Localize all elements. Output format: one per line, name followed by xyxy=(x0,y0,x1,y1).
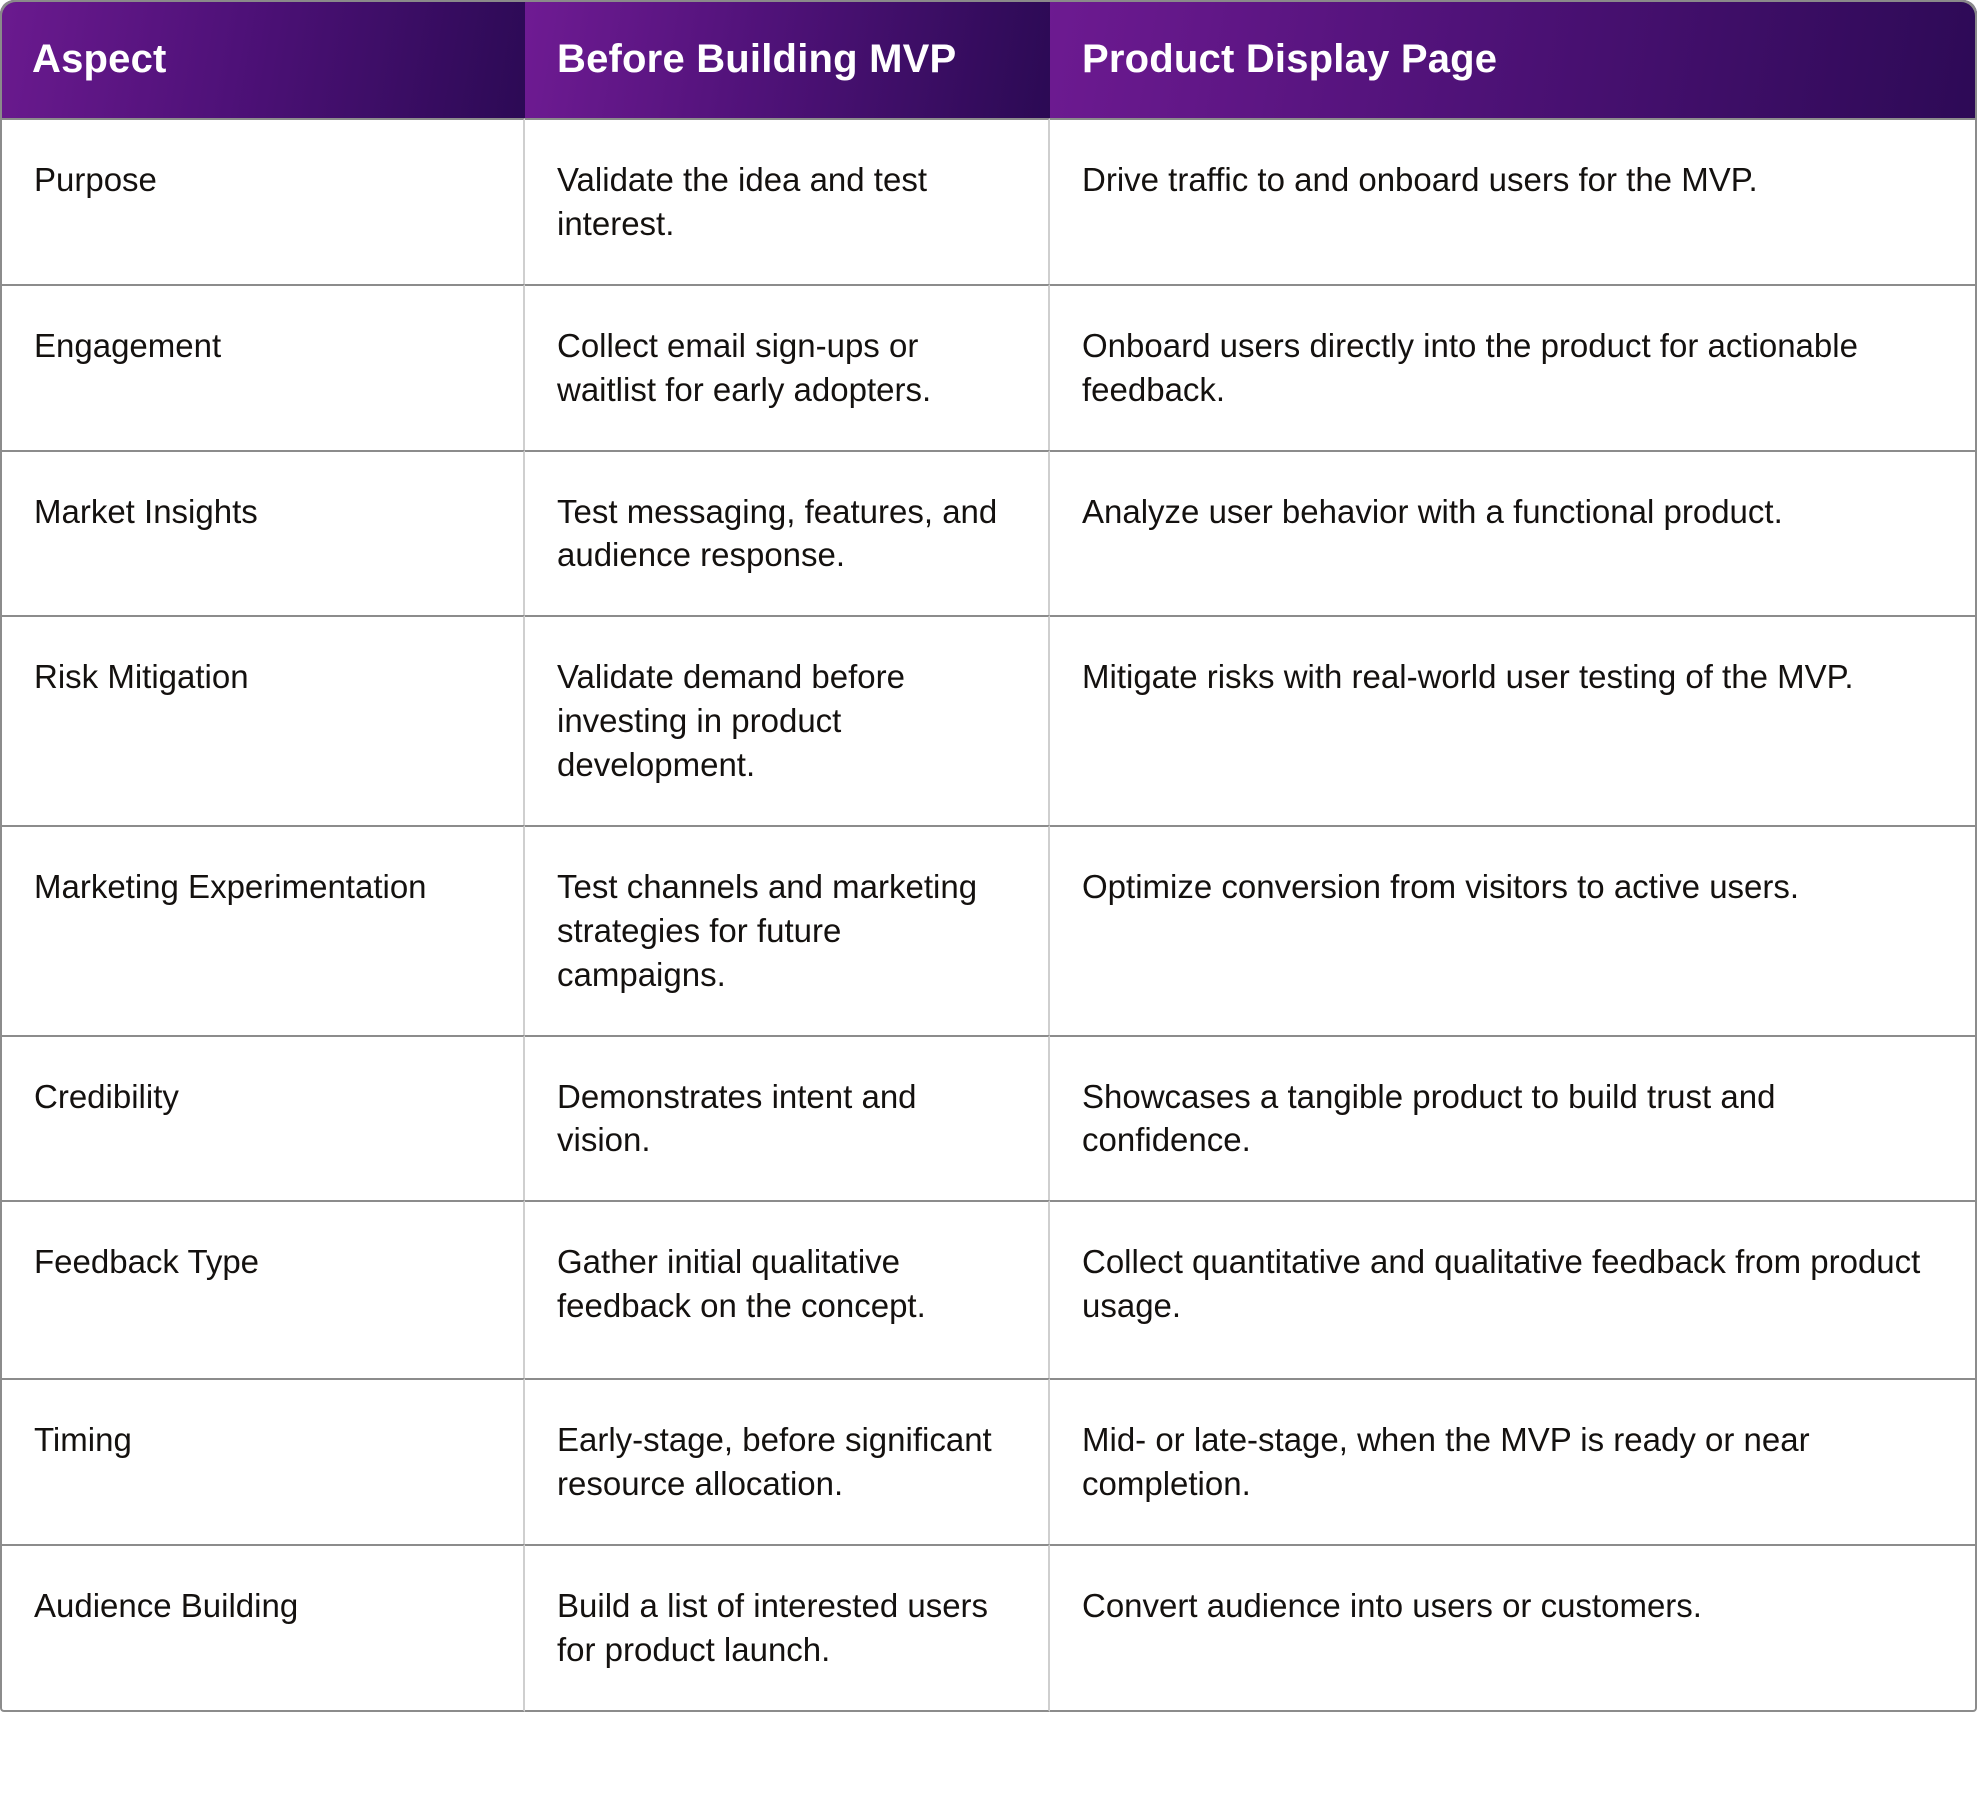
cell-before-building-mvp: Demonstrates intent and vision. xyxy=(525,1034,1050,1201)
cell-product-display-page: Mitigate risks with real-world user test… xyxy=(1050,615,1977,825)
column-header-aspect-label: Aspect xyxy=(32,36,167,81)
cell-before-text: Test messaging, features, and audience r… xyxy=(557,492,998,574)
table-row: Risk Mitigation Validate demand before i… xyxy=(0,615,1977,825)
cell-before-text: Demonstrates intent and vision. xyxy=(557,1077,917,1159)
mvp-comparison-table: Aspect Before Building MVP Product Displ… xyxy=(0,0,1977,1712)
column-header-before-building-mvp-label: Before Building MVP xyxy=(557,36,957,81)
cell-aspect: Engagement xyxy=(0,283,525,450)
cell-before-text: Validate the idea and test interest. xyxy=(557,161,927,242)
cell-aspect-text: Credibility xyxy=(34,1077,179,1115)
cell-before-building-mvp: Validate demand before investing in prod… xyxy=(525,615,1050,825)
table-row: Market Insights Test messaging, features… xyxy=(0,449,1977,616)
cell-aspect: Timing xyxy=(0,1378,525,1544)
cell-before-text: Early-stage, before significant resource… xyxy=(557,1421,992,1503)
cell-product-display-page: Analyze user behavior with a functional … xyxy=(1050,449,1977,616)
cell-aspect: Purpose xyxy=(0,118,525,284)
cell-aspect: Marketing Experimentation xyxy=(0,824,525,1035)
cell-pdp-text: Convert audience into users or customers… xyxy=(1082,1587,1702,1624)
cell-before-text: Build a list of interested users for pro… xyxy=(557,1587,989,1668)
cell-pdp-text: Showcases a tangible product to build tr… xyxy=(1082,1077,1776,1159)
cell-before-text: Collect email sign-ups or waitlist for e… xyxy=(557,326,932,408)
column-header-product-display-page-label: Product Display Page xyxy=(1082,36,1498,81)
column-header-aspect: Aspect xyxy=(0,0,525,118)
cell-before-building-mvp: Build a list of interested users for pro… xyxy=(525,1544,1050,1712)
table-row: Audience Building Build a list of intere… xyxy=(0,1544,1977,1712)
cell-aspect: Feedback Type xyxy=(0,1200,525,1379)
cell-aspect-text: Purpose xyxy=(34,161,157,198)
cell-pdp-text: Mid- or late-stage, when the MVP is read… xyxy=(1082,1421,1810,1503)
cell-pdp-text: Collect quantitative and qualitative fee… xyxy=(1082,1243,1921,1325)
cell-product-display-page: Mid- or late-stage, when the MVP is read… xyxy=(1050,1378,1977,1544)
cell-before-building-mvp: Collect email sign-ups or waitlist for e… xyxy=(525,283,1050,450)
table-row: Purpose Validate the idea and test inter… xyxy=(0,118,1977,284)
cell-pdp-text: Analyze user behavior with a functional … xyxy=(1082,492,1783,530)
cell-before-building-mvp: Validate the idea and test interest. xyxy=(525,118,1050,284)
cell-aspect: Audience Building xyxy=(0,1544,525,1712)
table-header: Aspect Before Building MVP Product Displ… xyxy=(0,0,1977,118)
cell-aspect-text: Marketing Experimentation xyxy=(34,867,427,905)
cell-aspect: Risk Mitigation xyxy=(0,615,525,825)
comparison-table-container: Aspect Before Building MVP Product Displ… xyxy=(0,0,1977,1812)
cell-pdp-text: Mitigate risks with real-world user test… xyxy=(1082,658,1854,696)
cell-product-display-page: Drive traffic to and onboard users for t… xyxy=(1050,118,1977,284)
table-row: Feedback Type Gather initial qualitative… xyxy=(0,1200,1977,1379)
cell-aspect: Credibility xyxy=(0,1034,525,1201)
table-body: Purpose Validate the idea and test inter… xyxy=(0,118,1977,1712)
cell-before-building-mvp: Test channels and marketing strategies f… xyxy=(525,824,1050,1035)
cell-before-text: Validate demand before investing in prod… xyxy=(557,658,905,783)
cell-aspect-text: Risk Mitigation xyxy=(34,658,249,696)
table-row: Credibility Demonstrates intent and visi… xyxy=(0,1034,1977,1201)
cell-product-display-page: Showcases a tangible product to build tr… xyxy=(1050,1034,1977,1201)
cell-aspect-text: Market Insights xyxy=(34,492,258,530)
cell-before-building-mvp: Gather initial qualitative feedback on t… xyxy=(525,1200,1050,1379)
cell-product-display-page: Convert audience into users or customers… xyxy=(1050,1544,1977,1712)
cell-aspect-text: Engagement xyxy=(34,326,222,364)
cell-before-text: Gather initial qualitative feedback on t… xyxy=(557,1243,926,1325)
cell-product-display-page: Onboard users directly into the product … xyxy=(1050,283,1977,450)
cell-before-text: Test channels and marketing strategies f… xyxy=(557,867,978,993)
cell-product-display-page: Optimize conversion from visitors to act… xyxy=(1050,824,1977,1035)
cell-aspect-text: Feedback Type xyxy=(34,1243,260,1281)
cell-pdp-text: Onboard users directly into the product … xyxy=(1082,326,1858,408)
table-header-row: Aspect Before Building MVP Product Displ… xyxy=(0,0,1977,118)
cell-aspect-text: Audience Building xyxy=(34,1587,299,1624)
cell-aspect-text: Timing xyxy=(34,1421,132,1459)
cell-before-building-mvp: Early-stage, before significant resource… xyxy=(525,1378,1050,1544)
column-header-before-building-mvp: Before Building MVP xyxy=(525,0,1050,118)
cell-pdp-text: Optimize conversion from visitors to act… xyxy=(1082,867,1800,905)
cell-aspect: Market Insights xyxy=(0,449,525,616)
cell-before-building-mvp: Test messaging, features, and audience r… xyxy=(525,449,1050,616)
cell-product-display-page: Collect quantitative and qualitative fee… xyxy=(1050,1200,1977,1379)
table-row: Engagement Collect email sign-ups or wai… xyxy=(0,283,1977,450)
table-row: Marketing Experimentation Test channels … xyxy=(0,824,1977,1035)
cell-pdp-text: Drive traffic to and onboard users for t… xyxy=(1082,161,1758,198)
column-header-product-display-page: Product Display Page xyxy=(1050,0,1977,118)
table-row: Timing Early-stage, before significant r… xyxy=(0,1378,1977,1544)
